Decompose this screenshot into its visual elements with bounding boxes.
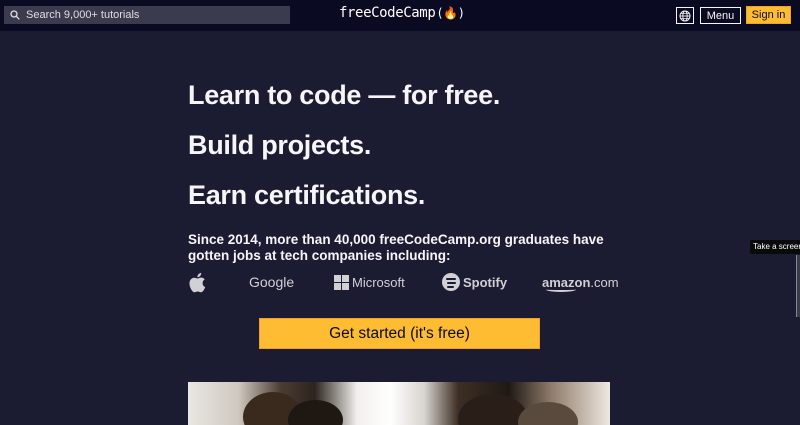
language-button[interactable]: [676, 7, 694, 24]
search-icon: [10, 10, 20, 20]
amazon-smile-icon: [546, 287, 576, 292]
headline-build: Build projects.: [188, 130, 372, 160]
screenshot-tooltip: Take a screenshot: [750, 240, 800, 254]
navbar: freeCodeCamp (🔥) Menu Sign in: [0, 0, 800, 31]
graduates-text: Since 2014, more than 40,000 freeCodeCam…: [188, 232, 604, 263]
search-input[interactable]: [26, 9, 276, 21]
sign-in-button[interactable]: Sign in: [746, 6, 791, 24]
amazon-logo: amazon .com: [542, 272, 619, 292]
spotify-logo: Spotify: [442, 272, 507, 292]
hero-photo: [188, 382, 610, 425]
microsoft-grid-icon: [334, 274, 349, 290]
get-started-button[interactable]: Get started (it's free): [259, 318, 540, 349]
headline-earn: Earn certifications.: [188, 180, 426, 210]
logo-flame-icon: (🔥): [436, 6, 465, 20]
logo-text: freeCodeCamp: [339, 5, 436, 21]
company-logos: Google Microsoft Spotify amazon .com: [188, 270, 619, 294]
microsoft-label: Microsoft: [352, 274, 405, 290]
apple-logo-icon: [188, 272, 206, 292]
edge-panel-handle[interactable]: [796, 255, 800, 317]
globe-icon: [679, 10, 691, 21]
logo[interactable]: freeCodeCamp (🔥): [339, 5, 465, 21]
google-logo: Google: [249, 274, 295, 290]
spotify-icon: [442, 273, 460, 291]
spotify-label: Spotify: [463, 274, 508, 290]
search-bar[interactable]: [4, 6, 290, 24]
microsoft-logo: Microsoft: [334, 272, 405, 292]
headline-learn: Learn to code — for free.: [188, 80, 501, 110]
menu-button[interactable]: Menu: [700, 7, 741, 24]
amazon-tld: .com: [590, 274, 619, 290]
